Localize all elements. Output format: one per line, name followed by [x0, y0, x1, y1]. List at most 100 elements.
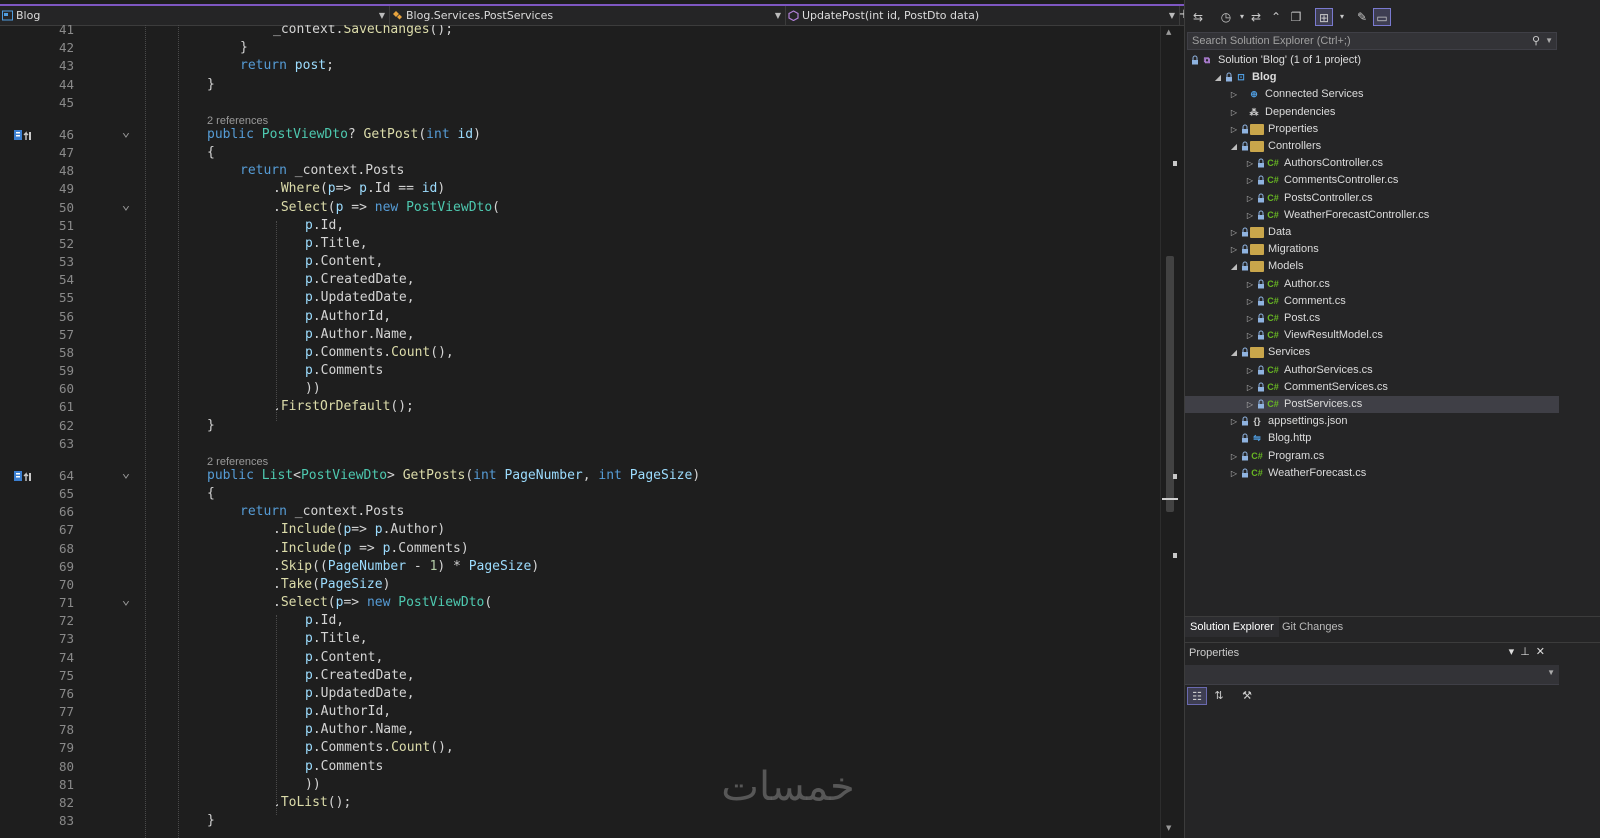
- lock-icon: [1258, 279, 1264, 289]
- tree-item[interactable]: ◢ Models: [1185, 258, 1559, 275]
- collapsed-arrow-icon[interactable]: ▷: [1229, 224, 1239, 241]
- fold-chevron-icon[interactable]: ⌄: [120, 125, 132, 139]
- code-token: .: [273, 181, 281, 197]
- pin-icon[interactable]: ⊥: [1520, 646, 1536, 658]
- tree-item[interactable]: ◢ Services: [1185, 344, 1559, 361]
- fold-chevron-icon[interactable]: ⌄: [120, 593, 132, 607]
- collapsed-arrow-icon[interactable]: ▷: [1229, 121, 1239, 138]
- collapsed-arrow-icon[interactable]: ▷: [1229, 465, 1239, 482]
- properties-object-select[interactable]: ▼: [1185, 665, 1559, 685]
- implementation-glyph-icon[interactable]: [13, 129, 33, 141]
- collapsed-arrow-icon[interactable]: ▷: [1245, 396, 1255, 413]
- categorized-icon[interactable]: ☷: [1187, 687, 1207, 705]
- tree-item[interactable]: ▷ C# AuthorsController.cs: [1185, 155, 1559, 172]
- collapsed-arrow-icon[interactable]: ▷: [1245, 155, 1255, 172]
- vertical-scrollbar[interactable]: ▲ ▼: [1160, 26, 1178, 838]
- code-token: .: [273, 199, 281, 215]
- code-text: p.Title,: [305, 630, 368, 648]
- tree-item[interactable]: ▷ Data: [1185, 224, 1559, 241]
- dropdown-icon[interactable]: ▾: [1509, 646, 1521, 658]
- scroll-down-icon[interactable]: ▼: [1166, 824, 1171, 832]
- code-token: p: [305, 217, 313, 233]
- collapsed-arrow-icon[interactable]: ▷: [1245, 190, 1255, 207]
- tree-item[interactable]: ⇋ Blog.http: [1185, 430, 1559, 447]
- implementation-glyph-icon[interactable]: [13, 470, 33, 482]
- tab-git-changes[interactable]: Git Changes: [1277, 617, 1348, 637]
- tree-item[interactable]: ▷ C# WeatherForecast.cs: [1185, 465, 1559, 482]
- indent-guide: [276, 221, 277, 421]
- scroll-up-icon[interactable]: ▲: [1166, 28, 1171, 36]
- code-token: post: [294, 58, 327, 74]
- lock-icon: [1242, 141, 1248, 151]
- line-number: 63: [58, 435, 74, 451]
- collapsed-arrow-icon[interactable]: ▷: [1245, 310, 1255, 327]
- tree-item[interactable]: ◢ Controllers: [1185, 138, 1559, 155]
- line-number: 73: [58, 631, 74, 647]
- sync-icon[interactable]: ⇄: [1247, 8, 1265, 26]
- expanded-arrow-icon[interactable]: ◢: [1229, 138, 1239, 155]
- tree-item[interactable]: ◢ ⊡ Blog: [1185, 69, 1559, 86]
- tree-item[interactable]: ▷ Properties: [1185, 121, 1559, 138]
- tree-item[interactable]: ▷ C# CommentServices.cs: [1185, 379, 1559, 396]
- tree-item[interactable]: ▷ Migrations: [1185, 241, 1559, 258]
- collapsed-arrow-icon[interactable]: ▷: [1229, 104, 1239, 121]
- tab-solution-explorer[interactable]: Solution Explorer: [1185, 617, 1279, 637]
- code-area[interactable]: 41 _context.SaveChanges(); 42} 43 return pos…: [0, 25, 1180, 838]
- tree-item[interactable]: ▷ C# ViewResultModel.cs: [1185, 327, 1559, 344]
- tree-item[interactable]: ▷ C# CommentsController.cs: [1185, 172, 1559, 189]
- close-icon[interactable]: ✕: [1536, 646, 1551, 658]
- chevron-down-icon[interactable]: ▾: [1333, 8, 1351, 26]
- wrench-icon[interactable]: ✎: [1353, 8, 1371, 26]
- copy-icon[interactable]: ❐: [1287, 8, 1305, 26]
- tree-item[interactable]: ▷ C# PostsController.cs: [1185, 190, 1559, 207]
- preview-icon[interactable]: ▭: [1373, 8, 1391, 26]
- project-dropdown[interactable]: Blog ▼: [0, 6, 390, 26]
- switch-views-icon[interactable]: ⇆: [1189, 8, 1207, 26]
- class-dropdown[interactable]: Blog.Services.PostServices ▼: [390, 6, 786, 26]
- collapsed-arrow-icon[interactable]: ▷: [1229, 241, 1239, 258]
- tree-item[interactable]: ▷ ⊕ Connected Services: [1185, 86, 1559, 103]
- code-token: GetPosts: [402, 467, 466, 483]
- code-token: p: [305, 740, 313, 756]
- code-editor[interactable]: Blog ▼ Blog.Services.PostServices ▼ Upda…: [0, 0, 1190, 838]
- tree-item[interactable]: ▷ C# PostServices.cs: [1185, 396, 1559, 413]
- collapsed-arrow-icon[interactable]: ▷: [1245, 207, 1255, 224]
- expanded-arrow-icon[interactable]: ◢: [1229, 258, 1239, 275]
- tree-item[interactable]: ▷ ⁂ Dependencies: [1185, 104, 1559, 121]
- tree-item[interactable]: ▷ C# Post.cs: [1185, 310, 1559, 327]
- tree-item[interactable]: ▷ C# AuthorServices.cs: [1185, 362, 1559, 379]
- code-line: 44}: [0, 76, 1180, 94]
- tree-item[interactable]: ⧉ Solution 'Blog' (1 of 1 project): [1185, 52, 1559, 69]
- search-icon[interactable]: ⚲: [1532, 33, 1540, 49]
- collapsed-arrow-icon[interactable]: ▷: [1245, 293, 1255, 310]
- collapsed-arrow-icon[interactable]: ▷: [1245, 362, 1255, 379]
- alphabetical-icon[interactable]: ⇅: [1209, 687, 1229, 705]
- fold-chevron-icon[interactable]: ⌄: [120, 198, 132, 212]
- chevron-down-icon[interactable]: ▼: [1545, 33, 1553, 49]
- tree-item[interactable]: ▷ C# Author.cs: [1185, 276, 1559, 293]
- code-line: 64 ⌄ public List<PostViewDto> GetPosts(int…: [0, 466, 1180, 485]
- code-text: p.Comments.Count(),: [305, 344, 454, 362]
- collapsed-arrow-icon[interactable]: ▷: [1229, 448, 1239, 465]
- tree-item[interactable]: ▷ C# Comment.cs: [1185, 293, 1559, 310]
- member-dropdown[interactable]: UpdatePost(int id, PostDto data) ▼: [786, 6, 1180, 26]
- fold-chevron-icon[interactable]: ⌄: [120, 466, 132, 480]
- collapsed-arrow-icon[interactable]: ▷: [1229, 86, 1239, 103]
- show-all-files-icon[interactable]: ⊞: [1315, 8, 1333, 26]
- collapsed-arrow-icon[interactable]: ▷: [1245, 276, 1255, 293]
- lock-icon: [1242, 433, 1248, 443]
- expanded-arrow-icon[interactable]: ◢: [1229, 344, 1239, 361]
- solution-search-input[interactable]: Search Solution Explorer (Ctrl+;) ⚲ ▼: [1187, 32, 1557, 50]
- tree-item[interactable]: ▷ C# WeatherForecastController.cs: [1185, 207, 1559, 224]
- property-pages-icon[interactable]: ⚒: [1237, 687, 1257, 705]
- collapsed-arrow-icon[interactable]: ▷: [1245, 172, 1255, 189]
- collapsed-arrow-icon[interactable]: ▷: [1245, 327, 1255, 344]
- collapsed-arrow-icon[interactable]: ▷: [1229, 413, 1239, 430]
- collapsed-arrow-icon[interactable]: ▷: [1245, 379, 1255, 396]
- code-token: .Content,: [312, 254, 384, 270]
- expanded-arrow-icon[interactable]: ◢: [1213, 69, 1223, 86]
- tree-item[interactable]: ▷ C# Program.cs: [1185, 448, 1559, 465]
- collapse-all-icon[interactable]: ⌃: [1267, 8, 1285, 26]
- code-token: <: [293, 467, 301, 483]
- tree-item[interactable]: ▷ {} appsettings.json: [1185, 413, 1559, 430]
